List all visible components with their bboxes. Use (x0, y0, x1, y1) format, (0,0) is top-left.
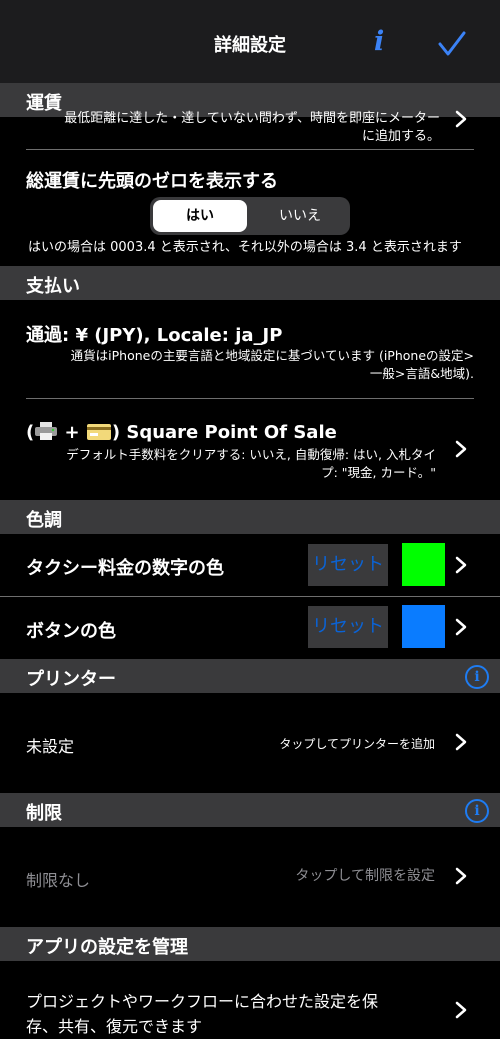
section-title: 制限 (26, 803, 62, 824)
divider (26, 149, 474, 150)
time-add-note-line2: に追加する。 (361, 129, 440, 144)
plus-sign: + (58, 422, 86, 443)
chevron-right-icon[interactable] (455, 867, 467, 885)
app-settings-line2: 存、共有、復元できます (26, 1017, 203, 1036)
square-pos-row[interactable]: ( + ) Square Point Of Sale (26, 421, 337, 443)
section-title: アプリの設定を管理 (26, 937, 188, 958)
section-title: 支払い (26, 276, 80, 297)
info-icon[interactable]: i (465, 665, 489, 689)
section-header-color: 色調 (0, 500, 500, 534)
section-header-limit: 制限 i (0, 793, 500, 827)
section-title: プリンター (26, 669, 116, 690)
time-add-note-line1: 最低距離に達した・達していない問わず、時間を即座にメーター (64, 111, 440, 126)
segment-yes[interactable]: はい (153, 200, 247, 232)
taxi-digits-color-label: タクシー料金の数字の色 (26, 558, 224, 579)
navigation-bar: 詳細設定 i (0, 0, 500, 83)
currency-note: 通貨はiPhoneの主要言語と地域設定に基づいています (iPhoneの設定> … (71, 347, 474, 383)
square-pos-note: デフォルト手数料をクリアする: いいえ, 自動復帰: はい, 入札タイ プ: "… (66, 446, 436, 482)
limit-value: 制限なし (26, 871, 91, 890)
section-title: 色調 (26, 510, 62, 531)
button-color-swatch[interactable] (402, 605, 445, 648)
square-note-line2: プ: "現金, カード。" (321, 465, 436, 480)
app-settings-row[interactable]: プロジェクトやワークフローに合わせた設定を保 存、共有、復元できます (26, 989, 446, 1039)
leading-zero-title: 総運賃に先頭のゼロを表示する (26, 171, 278, 192)
chevron-right-icon[interactable] (455, 1001, 467, 1019)
divider (0, 596, 500, 597)
currency-note-line1: 通貨はiPhoneの主要言語と地域設定に基づいています (iPhoneの設定> (70, 348, 474, 363)
printer-value: 未設定 (26, 737, 75, 756)
taxi-digits-color-swatch[interactable] (402, 543, 445, 586)
section-header-printer: プリンター i (0, 659, 500, 693)
button-color-label: ボタンの色 (26, 621, 116, 642)
taxi-digits-reset-button[interactable]: リセット (308, 544, 388, 586)
chevron-right-icon[interactable] (455, 110, 467, 128)
button-color-reset-button[interactable]: リセット (308, 606, 388, 648)
credit-card-icon (86, 424, 111, 440)
divider (26, 398, 474, 399)
info-icon[interactable]: i (465, 799, 489, 823)
printer-hint[interactable]: タップしてプリンターを追加 (279, 735, 435, 753)
chevron-right-icon[interactable] (455, 556, 467, 574)
paren-open: ( (26, 422, 35, 443)
app-settings-line1: プロジェクトやワークフローに合わせた設定を保 (26, 992, 379, 1011)
leading-zero-note: はいの場合は 0003.4 と表示され、それ以外の場合は 3.4 と表示されます (28, 240, 462, 255)
limit-hint[interactable]: タップして制限を設定 (295, 867, 435, 885)
section-header-payment: 支払い (0, 266, 500, 300)
square-note-line1: デフォルト手数料をクリアする: いいえ, 自動復帰: はい, 入札タイ (66, 447, 436, 462)
leading-zero-segmented-control[interactable]: はい いいえ (150, 197, 350, 235)
time-add-setting-row[interactable]: 最低距離に達した・達していない問わず、時間を即座にメーター に追加する。 (30, 104, 440, 148)
chevron-right-icon[interactable] (455, 440, 467, 458)
currency-note-line2: 一般>言語&地域). (369, 366, 474, 381)
checkmark-icon[interactable] (437, 30, 467, 58)
square-pos-title: ) Square Point Of Sale (111, 422, 337, 443)
segment-no[interactable]: いいえ (253, 200, 347, 232)
chevron-right-icon[interactable] (455, 733, 467, 751)
printer-icon (35, 422, 58, 440)
page-title: 詳細設定 (214, 35, 286, 56)
section-header-app-settings: アプリの設定を管理 (0, 927, 500, 961)
info-button[interactable]: i (374, 26, 384, 57)
chevron-right-icon[interactable] (455, 618, 467, 636)
currency-title: 通過: ¥ (JPY), Locale: ja_JP (26, 325, 283, 346)
